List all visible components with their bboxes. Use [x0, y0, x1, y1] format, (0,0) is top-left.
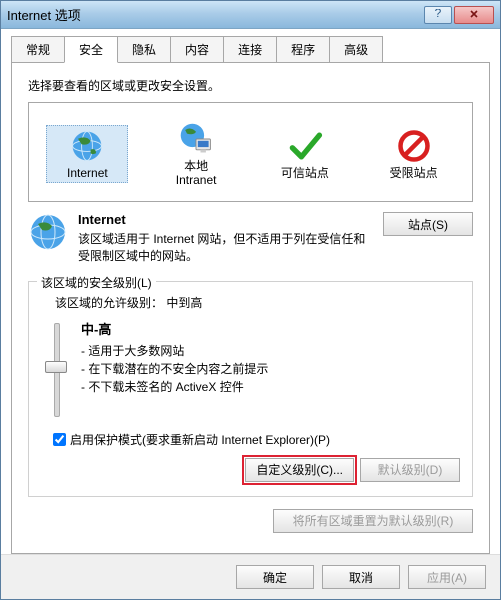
instruction-text: 选择要查看的区域或更改安全设置。 [28, 77, 473, 94]
level-text: 中-高 适用于大多数网站 在下载潜在的不安全内容之前提示 不下载未签名的 Act… [81, 319, 268, 396]
level-bullet: 在下载潜在的不安全内容之前提示 [81, 360, 268, 378]
globe-icon [69, 128, 105, 164]
tab-security[interactable]: 安全 [64, 36, 118, 63]
level-buttons: 自定义级别(C)... 默认级别(D) [41, 458, 460, 482]
internet-options-window: Internet 选项 ? 常规 安全 隐私 内容 连接 程序 高级 选择要查看… [0, 0, 501, 600]
forbidden-icon [396, 128, 432, 164]
security-slider[interactable] [47, 323, 65, 415]
zone-list: Internet 本地 Intranet 可信站点 受限站点 [28, 102, 473, 202]
protected-mode-checkbox[interactable] [53, 433, 66, 446]
dialog-footer: 确定 取消 应用(A) [1, 554, 500, 599]
dialog-body: 常规 安全 隐私 内容 连接 程序 高级 选择要查看的区域或更改安全设置。 In… [1, 29, 500, 554]
ok-button[interactable]: 确定 [236, 565, 314, 589]
zone-name-heading: Internet [78, 212, 373, 227]
tab-content[interactable]: 内容 [170, 36, 224, 63]
allowed-level-row: 该区域的允许级别： 中到高 [55, 294, 460, 311]
zone-label: 本地 Intranet [176, 159, 217, 188]
close-button[interactable] [454, 6, 494, 24]
level-bullet: 不下载未签名的 ActiveX 控件 [81, 378, 268, 396]
zone-internet[interactable]: Internet [46, 125, 128, 183]
level-name: 中-高 [81, 322, 111, 337]
help-button[interactable]: ? [424, 6, 452, 24]
slider-thumb[interactable] [45, 361, 67, 373]
tab-general[interactable]: 常规 [11, 36, 65, 63]
allowed-label: 该区域的允许级别： [55, 296, 163, 310]
security-panel: 选择要查看的区域或更改安全设置。 Internet 本地 Intranet 可信… [11, 62, 490, 554]
custom-level-button[interactable]: 自定义级别(C)... [245, 458, 354, 482]
globe-monitor-icon [178, 121, 214, 157]
zone-label: Internet [67, 166, 108, 180]
security-level-group: 该区域的安全级别(L) 该区域的允许级别： 中到高 中-高 适用于大多数网站 在… [28, 281, 473, 497]
level-bullet: 适用于大多数网站 [81, 342, 268, 360]
cancel-button[interactable]: 取消 [322, 565, 400, 589]
allowed-value: 中到高 [166, 296, 202, 310]
sites-button[interactable]: 站点(S) [383, 212, 473, 236]
zone-description-text: 该区域适用于 Internet 网站，但不适用于列在受信任和受限制区域中的网站。 [78, 231, 373, 265]
slider-row: 中-高 适用于大多数网站 在下载潜在的不安全内容之前提示 不下载未签名的 Act… [47, 319, 460, 415]
tab-programs[interactable]: 程序 [276, 36, 330, 63]
window-controls: ? [424, 6, 494, 24]
protected-mode-label: 启用保护模式(要求重新启动 Internet Explorer)(P) [70, 431, 330, 448]
tab-connections[interactable]: 连接 [223, 36, 277, 63]
reset-all-button[interactable]: 将所有区域重置为默认级别(R) [273, 509, 473, 533]
globe-icon [28, 212, 68, 252]
tab-strip: 常规 安全 隐私 内容 连接 程序 高级 [11, 36, 490, 63]
titlebar[interactable]: Internet 选项 ? [1, 1, 500, 29]
tab-privacy[interactable]: 隐私 [117, 36, 171, 63]
group-legend: 该区域的安全级别(L) [37, 274, 156, 291]
level-bullets: 适用于大多数网站 在下载潜在的不安全内容之前提示 不下载未签名的 ActiveX… [81, 342, 268, 396]
zone-description: Internet 该区域适用于 Internet 网站，但不适用于列在受信任和受… [78, 212, 373, 265]
default-level-button[interactable]: 默认级别(D) [360, 458, 460, 482]
check-icon [287, 128, 323, 164]
window-title: Internet 选项 [7, 5, 81, 24]
apply-button[interactable]: 应用(A) [408, 565, 486, 589]
zone-local-intranet[interactable]: 本地 Intranet [155, 121, 237, 188]
zone-restricted[interactable]: 受限站点 [373, 128, 455, 180]
tab-advanced[interactable]: 高级 [329, 36, 383, 63]
protected-mode-row: 启用保护模式(要求重新启动 Internet Explorer)(P) [53, 431, 460, 448]
zone-description-row: Internet 该区域适用于 Internet 网站，但不适用于列在受信任和受… [28, 212, 473, 265]
reset-row: 将所有区域重置为默认级别(R) [28, 509, 473, 533]
zone-trusted[interactable]: 可信站点 [264, 128, 346, 180]
zone-label: 可信站点 [281, 166, 329, 180]
svg-text:?: ? [435, 9, 442, 19]
zone-label: 受限站点 [390, 166, 438, 180]
